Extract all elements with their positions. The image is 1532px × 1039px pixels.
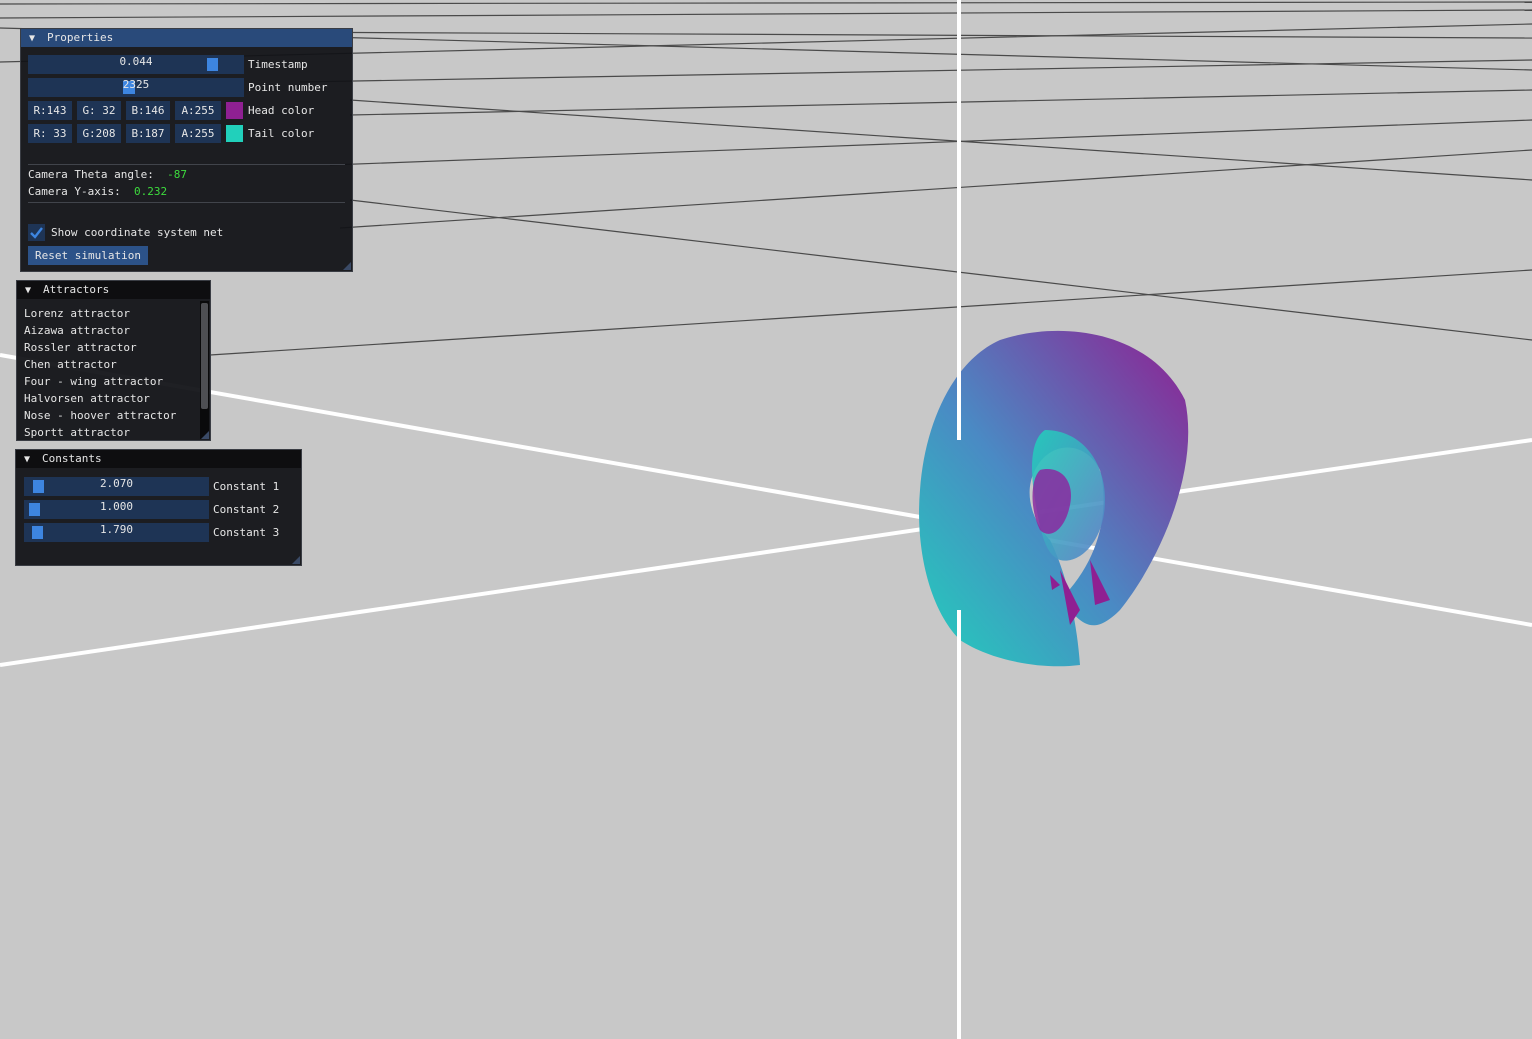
constant-2-slider[interactable]: 1.000: [24, 500, 209, 519]
camera-theta-readout: Camera Theta angle: -87: [28, 168, 187, 181]
head-color-r[interactable]: R:143: [28, 101, 72, 120]
attractor-item-rossler[interactable]: Rossler attractor: [24, 339, 137, 356]
head-color-b[interactable]: B:146: [126, 101, 170, 120]
attractors-scrollbar[interactable]: [200, 301, 209, 439]
timestamp-label: Timestamp: [248, 58, 308, 71]
timestamp-slider[interactable]: 0.044: [28, 55, 244, 74]
attractors-window: ▼ Attractors Lorenz attractor Aizawa attr…: [16, 280, 211, 441]
properties-title: Properties: [47, 31, 114, 44]
constant-1-slider[interactable]: 2.070: [24, 477, 209, 496]
properties-title-bar[interactable]: ▼ Properties: [21, 29, 352, 47]
attractor-item-chen[interactable]: Chen attractor: [24, 356, 117, 373]
attractor-item-lorenz[interactable]: Lorenz attractor: [24, 305, 130, 322]
tail-color-r[interactable]: R: 33: [28, 124, 72, 143]
constant-1-label: Constant 1: [213, 480, 280, 493]
point-number-input[interactable]: 2325: [28, 78, 244, 97]
tail-color-g[interactable]: G:208: [77, 124, 121, 143]
show-net-checkbox[interactable]: [28, 224, 45, 241]
camera-y-value: 0.232: [133, 185, 168, 198]
tail-color-label: Tail color: [248, 127, 315, 140]
camera-y-readout: Camera Y-axis: 0.232: [28, 185, 167, 198]
point-number-label: Point number: [248, 81, 328, 94]
constant-1-value: 2.070: [99, 477, 134, 490]
constants-window: ▼ Constants 2.070 Constant 1 1.000 Consta…: [15, 449, 302, 566]
camera-theta-value: -87: [167, 168, 187, 181]
separator: [28, 164, 345, 165]
resize-grip[interactable]: [343, 262, 351, 270]
attractors-title: Attractors: [43, 283, 110, 296]
attractor-item-sportt[interactable]: Sportt attractor: [24, 424, 130, 441]
resize-grip[interactable]: [201, 431, 209, 439]
camera-y-label: Camera Y-axis:: [28, 185, 121, 198]
constants-title-bar[interactable]: ▼ Constants: [16, 450, 301, 468]
head-color-g[interactable]: G: 32: [77, 101, 121, 120]
constants-title: Constants: [42, 452, 102, 465]
timestamp-slider-grab[interactable]: [207, 58, 218, 71]
constant-3-value: 1.790: [99, 523, 134, 536]
constant-3-label: Constant 3: [213, 526, 280, 539]
collapse-triangle-icon[interactable]: ▼: [25, 282, 37, 300]
checkmark-icon: [30, 227, 43, 239]
collapse-triangle-icon[interactable]: ▼: [24, 451, 36, 469]
properties-window: ▼ Properties 0.044 Timestamp 2325 Point n…: [20, 28, 353, 272]
collapse-triangle-icon[interactable]: ▼: [29, 30, 41, 48]
head-color-swatch[interactable]: [226, 102, 243, 119]
camera-theta-label: Camera Theta angle:: [28, 168, 154, 181]
separator: [28, 202, 345, 203]
tail-color-b[interactable]: B:187: [126, 124, 170, 143]
show-net-label[interactable]: Show coordinate system net: [51, 223, 223, 242]
attractors-scrollbar-thumb[interactable]: [201, 303, 208, 409]
constant-3-slider[interactable]: 1.790: [24, 523, 209, 542]
tail-color-a[interactable]: A:255: [175, 124, 221, 143]
constant-2-label: Constant 2: [213, 503, 280, 516]
attractors-title-bar[interactable]: ▼ Attractors: [17, 281, 210, 299]
tail-color-swatch[interactable]: [226, 125, 243, 142]
attractor-item-four-wing[interactable]: Four - wing attractor: [24, 373, 163, 390]
attractor-item-nose-hoover[interactable]: Nose - hoover attractor: [24, 407, 176, 424]
head-color-label: Head color: [248, 104, 315, 117]
point-number-value: 2325: [122, 78, 150, 91]
attractor-item-halvorsen[interactable]: Halvorsen attractor: [24, 390, 150, 407]
reset-simulation-button[interactable]: Reset simulation: [28, 246, 148, 265]
head-color-a[interactable]: A:255: [175, 101, 221, 120]
resize-grip[interactable]: [292, 556, 300, 564]
constant-2-value: 1.000: [99, 500, 134, 513]
attractor-item-aizawa[interactable]: Aizawa attractor: [24, 322, 130, 339]
